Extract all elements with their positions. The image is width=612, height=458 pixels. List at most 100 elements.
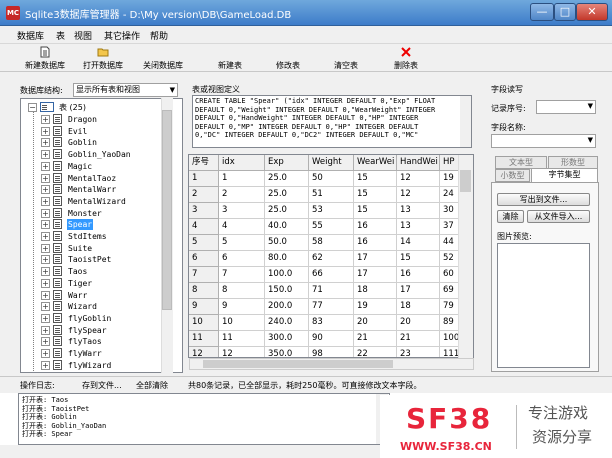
expand-icon[interactable]: + [41,243,50,253]
tree-item[interactable]: + Warr [21,289,171,301]
expand-icon[interactable]: + [41,173,50,183]
column-header[interactable]: WearWei [354,155,397,171]
tree-item[interactable]: + TaoistPet [21,254,171,265]
grid-cell[interactable]: 16 [397,267,440,283]
row-number[interactable]: 8 [189,283,219,299]
grid-cell[interactable]: 17 [354,267,397,283]
grid-cell[interactable]: 20 [354,315,397,331]
menu-database[interactable]: 数据库 [17,29,44,42]
menu-help[interactable]: 帮助 [150,29,168,42]
row-number[interactable]: 6 [189,251,219,267]
open-database-button[interactable]: 打开数据库 [80,44,126,72]
row-number[interactable]: 2 [189,187,219,203]
tab-byte-type[interactable]: 字节集型 [531,168,598,182]
grid-cell[interactable]: 40.0 [265,219,309,235]
grid-horizontal-thumb[interactable] [203,360,393,368]
grid-cell[interactable]: 77 [309,299,354,315]
row-number[interactable]: 9 [189,299,219,315]
grid-cell[interactable]: 200.0 [265,299,309,315]
grid-cell[interactable]: 17 [397,283,440,299]
grid-cell[interactable]: 100.0 [265,267,309,283]
grid-cell[interactable]: 16 [354,235,397,251]
maximize-button[interactable]: □ [554,3,576,21]
grid-cell[interactable]: 50.0 [265,235,309,251]
grid-cell[interactable]: 80.0 [265,251,309,267]
tree-item[interactable]: + Magic [21,160,171,172]
save-log-button[interactable]: 存到文件... [82,380,122,391]
grid-cell[interactable]: 90 [309,331,354,347]
expand-icon[interactable]: + [41,349,50,358]
field-name-select[interactable]: ▼ [491,134,596,148]
expand-icon[interactable]: + [41,208,50,218]
grid-cell[interactable]: 12 [397,171,440,187]
tree-item[interactable]: + MentalTaoz [21,172,171,184]
new-table-button[interactable]: 新建表 [210,44,250,72]
expand-icon[interactable]: + [41,290,50,300]
grid-cell[interactable]: 25.0 [265,203,309,219]
new-database-button[interactable]: 新建数据库 [22,44,68,72]
grid-cell[interactable]: 6 [219,251,265,267]
tree-item[interactable]: + flyWizard [21,359,171,371]
collapse-icon[interactable]: − [28,103,37,112]
expand-icon[interactable]: + [41,267,50,277]
grid-vertical-thumb[interactable] [460,170,471,192]
grid-cell[interactable]: 53 [309,203,354,219]
tree-item[interactable]: + Wizard [21,301,171,312]
column-header[interactable]: idx [219,155,265,171]
expand-icon[interactable]: + [41,302,50,312]
grid-cell[interactable]: 55 [309,219,354,235]
column-header[interactable]: 序号 [189,155,219,171]
grid-cell[interactable]: 19 [354,299,397,315]
expand-icon[interactable]: + [41,325,50,335]
grid-cell[interactable]: 9 [219,299,265,315]
grid-cell[interactable]: 25.0 [265,187,309,203]
grid-cell[interactable]: 150.0 [265,283,309,299]
expand-icon[interactable]: + [41,255,50,265]
write-to-file-button[interactable]: 写出到文件... [497,193,590,206]
tree-item[interactable]: + flyWarr [21,348,171,359]
menu-view[interactable]: 视图 [74,29,92,42]
expand-icon[interactable]: + [41,313,50,323]
tree-item[interactable]: + StdItems [21,231,171,242]
grid-cell[interactable]: 98 [309,347,354,357]
clear-log-button[interactable]: 全部清除 [136,380,168,391]
expand-icon[interactable]: + [41,196,50,206]
expand-icon[interactable]: + [41,115,50,124]
grid-cell[interactable]: 15 [354,171,397,187]
row-number[interactable]: 10 [189,315,219,331]
grid-cell[interactable]: 62 [309,251,354,267]
expand-icon[interactable]: + [41,220,50,230]
grid-cell[interactable]: 15 [397,251,440,267]
tree-scrollbar-thumb[interactable] [162,110,172,310]
grid-cell[interactable]: 12 [219,347,265,357]
grid-cell[interactable]: 13 [397,219,440,235]
row-number[interactable]: 3 [189,203,219,219]
tree-item[interactable]: + Evil [21,125,171,137]
grid-cell[interactable]: 21 [354,331,397,347]
grid-cell[interactable]: 83 [309,315,354,331]
expand-icon[interactable]: + [41,138,50,148]
db-tree[interactable]: − 表 (25) + Dragon + Evil + Goblin + Goblin_YaoDan… [20,98,183,373]
grid-cell[interactable]: 240.0 [265,315,309,331]
tree-item[interactable]: + flySpear [21,324,171,336]
expand-icon[interactable]: + [41,150,50,160]
clear-table-button[interactable]: 清空表 [326,44,366,72]
grid-cell[interactable]: 22 [354,347,397,357]
grid-cell[interactable]: 71 [309,283,354,299]
tree-item[interactable]: + MentalWizard [21,195,171,207]
sql-scrollbar[interactable] [460,96,471,147]
grid-cell[interactable]: 50 [309,171,354,187]
tree-item[interactable]: + MentalWarr [21,184,171,195]
grid-cell[interactable]: 3 [219,203,265,219]
tree-item[interactable]: + Spear [21,219,171,231]
close-window-button[interactable]: ✕ [576,3,608,21]
grid-cell[interactable]: 10 [219,315,265,331]
grid-cell[interactable]: 15 [354,203,397,219]
grid-cell[interactable]: 17 [354,251,397,267]
delete-table-button[interactable]: 删除表 [386,44,426,72]
grid-cell[interactable]: 51 [309,187,354,203]
row-number[interactable]: 12 [189,347,219,357]
tree-item[interactable]: + Monster [21,207,171,219]
tree-item[interactable]: + Goblin_YaoDan [21,149,171,160]
tree-item[interactable]: + flyTaos [21,336,171,347]
